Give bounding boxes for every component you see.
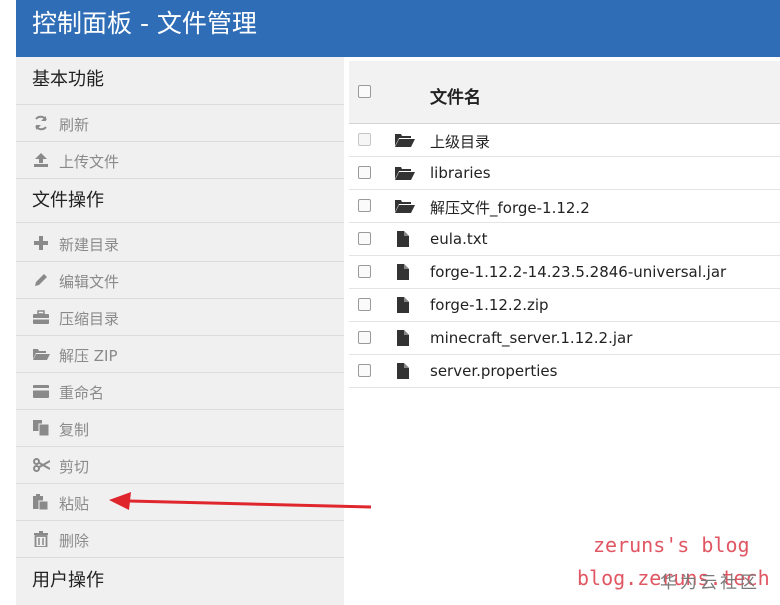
folder-open-icon	[395, 165, 415, 181]
sidebar-item-upload[interactable]: 上传文件	[16, 142, 344, 179]
sidebar-section-file-ops: 文件操作	[16, 179, 344, 223]
sidebar-item-label: 编辑文件	[59, 273, 120, 291]
left-gutter	[0, 0, 16, 605]
annotation-arrow	[109, 492, 372, 510]
sidebar-item-label: 复制	[59, 421, 90, 439]
sidebar-item-label: 新建目录	[59, 236, 120, 254]
header-bar: 控制面板 - 文件管理	[16, 0, 780, 57]
table-row[interactable]: libraries	[349, 157, 780, 190]
sidebar-item-new-folder[interactable]: 新建目录	[16, 225, 344, 262]
sidebar-item-label: 剪切	[59, 458, 90, 476]
sidebar-section-title: 用户操作	[32, 570, 104, 591]
table-row[interactable]: 解压文件_forge-1.12.2	[349, 190, 780, 223]
table-row[interactable]: 上级目录	[349, 124, 780, 157]
pencil-icon	[32, 271, 50, 289]
row-checkbox[interactable]	[358, 199, 371, 212]
sidebar-item-label: 刷新	[59, 116, 90, 134]
sidebar: 基本功能 刷新 上传文件 文件操作 新建目录 编辑文件 压缩目录 解压 ZIP …	[16, 57, 344, 605]
watermark-blog-name: zeruns's blog	[593, 533, 750, 557]
table-row[interactable]: eula.txt	[349, 223, 780, 256]
file-name: 解压文件_forge-1.12.2	[430, 199, 590, 217]
sidebar-section-basic: 基本功能	[16, 57, 344, 105]
sidebar-item-label: 重命名	[59, 384, 105, 402]
sidebar-item-unzip[interactable]: 解压 ZIP	[16, 336, 344, 373]
file-icon	[395, 264, 415, 280]
sidebar-section-title: 文件操作	[32, 190, 104, 211]
refresh-icon	[32, 114, 50, 132]
copy-icon	[32, 419, 50, 437]
sidebar-item-label: 解压 ZIP	[59, 347, 118, 365]
row-checkbox[interactable]	[358, 364, 371, 377]
briefcase-icon	[32, 308, 50, 326]
row-checkbox[interactable]	[358, 298, 371, 311]
page-title: 控制面板 - 文件管理	[32, 9, 257, 38]
sidebar-item-label: 上传文件	[59, 153, 120, 171]
row-checkbox[interactable]	[358, 166, 371, 179]
row-checkbox[interactable]	[358, 232, 371, 245]
plus-icon	[32, 234, 50, 252]
sidebar-section-user-ops: 用户操作	[16, 558, 344, 605]
file-name: libraries	[430, 164, 491, 182]
folder-open-icon	[395, 198, 415, 214]
file-name: server.properties	[430, 362, 558, 380]
row-checkbox[interactable]	[358, 331, 371, 344]
sidebar-item-edit-file[interactable]: 编辑文件	[16, 262, 344, 299]
row-checkbox[interactable]	[358, 265, 371, 278]
paste-icon	[32, 493, 50, 511]
table-row[interactable]: forge-1.12.2.zip	[349, 289, 780, 322]
file-icon	[395, 231, 415, 247]
folder-open-icon	[395, 132, 415, 148]
watermark-community: 华为云社区	[660, 573, 760, 593]
file-name: eula.txt	[430, 230, 488, 248]
sidebar-item-label: 压缩目录	[59, 310, 120, 328]
table-header: 文件名	[349, 61, 780, 124]
row-checkbox[interactable]	[358, 133, 371, 146]
table-row[interactable]: minecraft_server.1.12.2.jar	[349, 322, 780, 355]
file-icon	[395, 330, 415, 346]
credit-card-icon	[32, 382, 50, 400]
sidebar-item-copy[interactable]: 复制	[16, 410, 344, 447]
file-name: minecraft_server.1.12.2.jar	[430, 329, 633, 347]
sidebar-item-label: 粘贴	[59, 495, 90, 513]
sidebar-item-delete[interactable]: 删除	[16, 521, 344, 558]
trash-icon	[32, 530, 50, 548]
file-table: 文件名 上级目录 libraries 解压文件_forge-1.12.2 eul…	[349, 57, 780, 388]
scissors-icon	[32, 456, 50, 474]
table-row[interactable]: server.properties	[349, 355, 780, 388]
sidebar-section-title: 基本功能	[32, 69, 104, 90]
sidebar-item-label: 删除	[59, 532, 90, 550]
file-name: forge-1.12.2.zip	[430, 296, 549, 314]
table-row[interactable]: forge-1.12.2-14.23.5.2846-universal.jar	[349, 256, 780, 289]
sidebar-item-refresh[interactable]: 刷新	[16, 105, 344, 142]
file-name: 上级目录	[430, 133, 491, 151]
sidebar-item-compress[interactable]: 压缩目录	[16, 299, 344, 336]
column-header-name[interactable]: 文件名	[430, 83, 481, 108]
folder-open-icon	[32, 345, 50, 363]
file-name: forge-1.12.2-14.23.5.2846-universal.jar	[430, 263, 727, 281]
upload-icon	[32, 151, 50, 169]
sidebar-item-rename[interactable]: 重命名	[16, 373, 344, 410]
select-all-checkbox[interactable]	[358, 85, 371, 98]
file-icon	[395, 363, 415, 379]
sidebar-item-cut[interactable]: 剪切	[16, 447, 344, 484]
file-icon	[395, 297, 415, 313]
